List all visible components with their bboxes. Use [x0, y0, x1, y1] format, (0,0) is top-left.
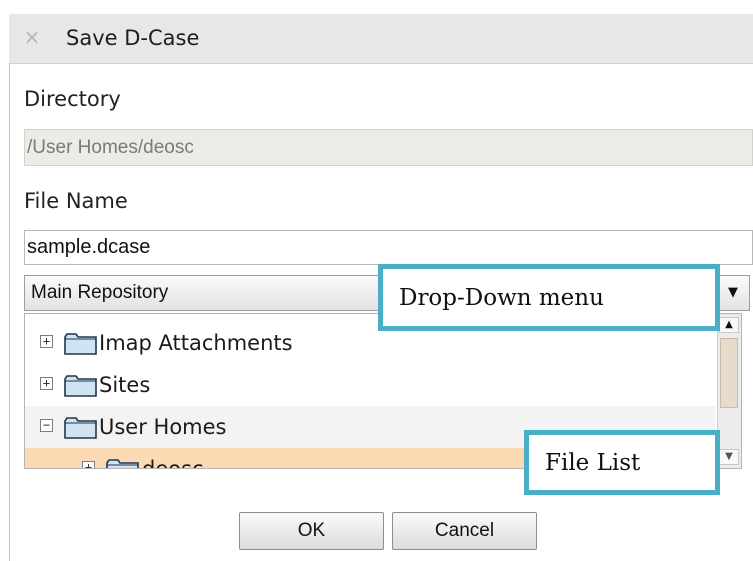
title-bar: × Save D-Case	[9, 14, 753, 64]
file-list-callout: File List	[524, 430, 720, 495]
ok-button[interactable]: OK	[239, 512, 384, 550]
expand-icon[interactable]: +	[82, 461, 95, 468]
file-name-input[interactable]	[24, 230, 753, 265]
close-icon[interactable]: ×	[23, 26, 41, 48]
tree-item-label[interactable]: Imap Attachments	[99, 331, 293, 355]
tree-item-label[interactable]: Sites	[99, 373, 150, 397]
expand-icon[interactable]: +	[40, 377, 53, 390]
save-dcase-dialog: × Save D-Case Directory /User Homes/deos…	[0, 0, 753, 561]
folder-icon	[106, 459, 139, 468]
scroll-down-icon[interactable]: ▼	[719, 449, 739, 465]
cancel-button[interactable]: Cancel	[392, 512, 537, 550]
directory-label: Directory	[24, 87, 121, 111]
tree-item-label[interactable]: deosc	[142, 457, 204, 468]
dialog-left-border	[9, 63, 10, 561]
chevron-down-icon[interactable]: ▼	[725, 283, 741, 303]
expand-icon[interactable]: +	[40, 335, 53, 348]
tree-item-label[interactable]: User Homes	[99, 415, 227, 439]
file-list-scrollbar[interactable]: ▲ ▼	[717, 314, 741, 468]
folder-icon	[64, 333, 97, 355]
directory-field: /User Homes/deosc	[24, 129, 753, 166]
dialog-title: Save D-Case	[66, 26, 200, 50]
collapse-icon[interactable]: −	[40, 419, 53, 432]
folder-icon	[64, 375, 97, 397]
scroll-up-icon[interactable]: ▲	[719, 317, 739, 333]
dropdown-menu-callout: Drop-Down menu	[378, 264, 720, 331]
tree-row[interactable]: + Sites	[25, 364, 715, 406]
scroll-thumb[interactable]	[720, 338, 738, 408]
file-name-label: File Name	[24, 189, 128, 213]
folder-icon	[64, 417, 97, 439]
repository-selected-value: Main Repository	[31, 282, 169, 303]
